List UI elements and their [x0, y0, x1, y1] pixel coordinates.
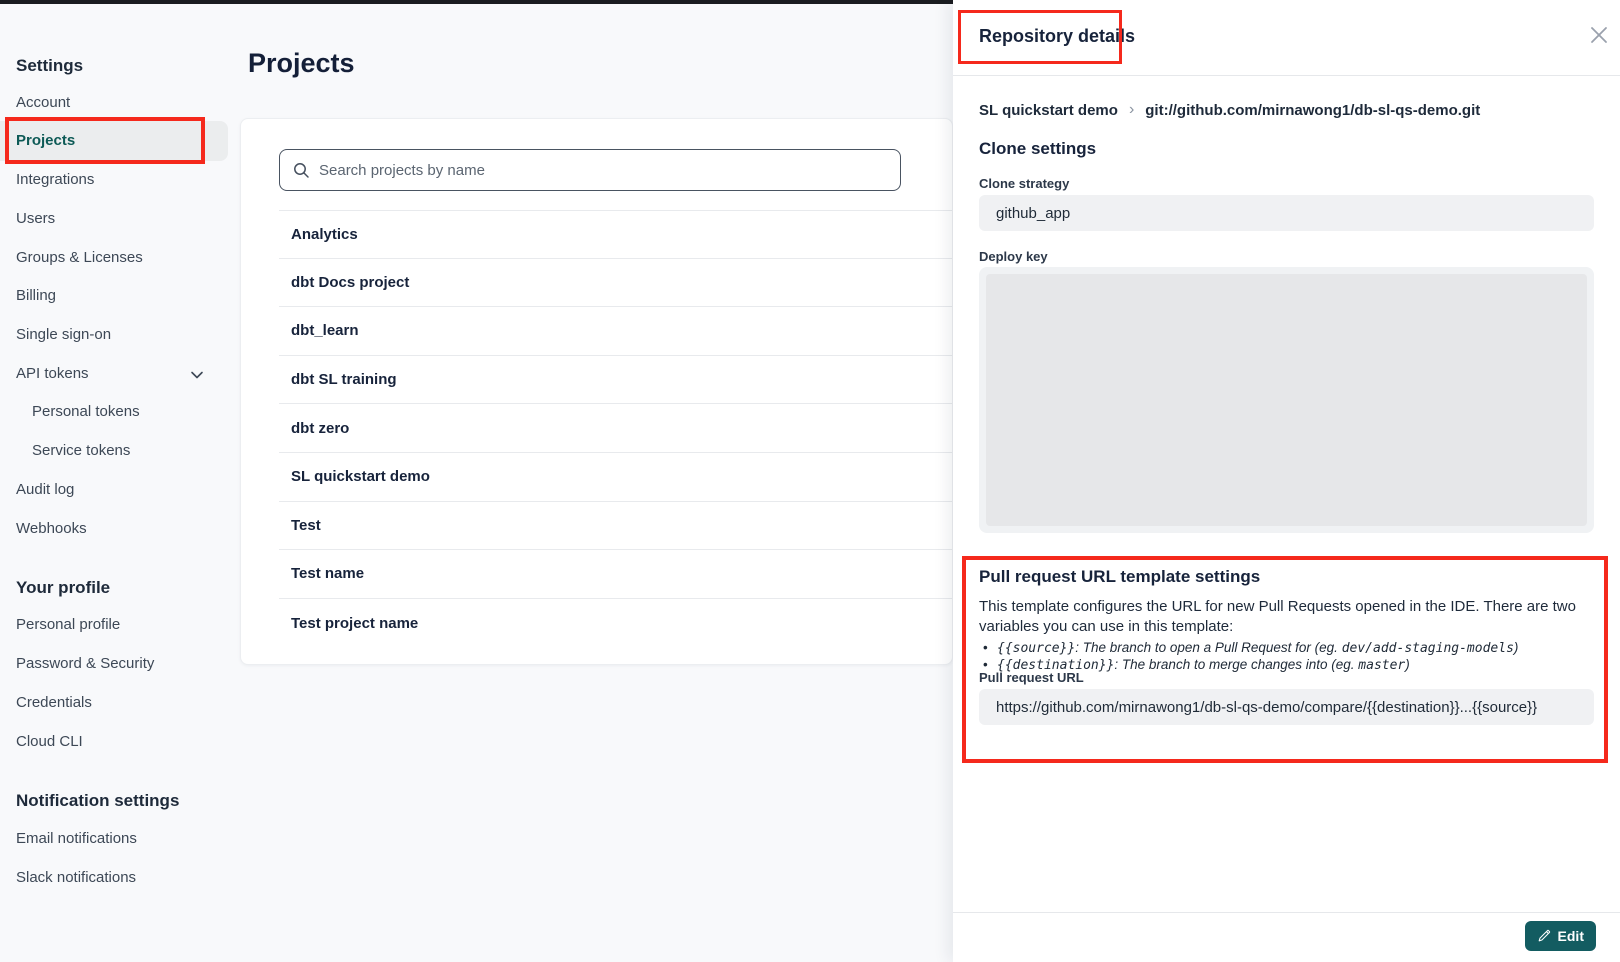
search-box[interactable] — [279, 149, 901, 191]
project-row[interactable]: Test — [279, 502, 952, 551]
clone-strategy-label: Clone strategy — [979, 176, 1069, 191]
project-row[interactable]: Analytics — [279, 210, 952, 259]
sidebar-item-account[interactable]: Account — [16, 92, 70, 114]
chevron-down-icon[interactable] — [189, 367, 205, 383]
sidebar-item-single-sign-on[interactable]: Single sign-on — [16, 324, 111, 346]
sidebar-item-cloud-cli[interactable]: Cloud CLI — [16, 731, 83, 753]
breadcrumb-chevron-icon: › — [1129, 101, 1134, 119]
pr-template-heading: Pull request URL template settings — [979, 567, 1260, 587]
close-icon[interactable] — [1588, 24, 1610, 46]
sidebar-item-projects[interactable]: Projects — [16, 130, 75, 152]
sidebar-item-webhooks[interactable]: Webhooks — [16, 518, 87, 540]
edit-button[interactable]: Edit — [1525, 921, 1596, 951]
main-background: Settings Account Projects Integrations U… — [0, 0, 953, 962]
project-row[interactable]: dbt Docs project — [279, 259, 952, 308]
panel-title: Repository details — [979, 26, 1135, 47]
bullet-icon: • — [983, 640, 997, 655]
breadcrumb: SL quickstart demo › git://github.com/mi… — [979, 101, 1480, 119]
sidebar-item-audit-log[interactable]: Audit log — [16, 479, 74, 501]
search-icon — [293, 162, 310, 179]
projects-card: Analytics dbt Docs project dbt_learn dbt… — [240, 118, 953, 665]
settings-sidebar: Settings Account Projects Integrations U… — [0, 0, 232, 962]
sidebar-heading-settings: Settings — [16, 55, 83, 77]
sidebar-item-personal-tokens[interactable]: Personal tokens — [32, 401, 140, 423]
breadcrumb-project[interactable]: SL quickstart demo — [979, 102, 1118, 119]
sidebar-item-groups-licenses[interactable]: Groups & Licenses — [16, 247, 143, 269]
search-input[interactable] — [319, 162, 839, 179]
app-screen: Settings Account Projects Integrations U… — [0, 0, 1620, 962]
sidebar-item-credentials[interactable]: Credentials — [16, 692, 92, 714]
pr-template-description: This template configures the URL for new… — [979, 597, 1597, 637]
sidebar-item-password-security[interactable]: Password & Security — [16, 653, 154, 675]
project-row[interactable]: dbt_learn — [279, 307, 952, 356]
sidebar-item-service-tokens[interactable]: Service tokens — [32, 440, 130, 462]
clone-settings-heading: Clone settings — [979, 139, 1096, 159]
sidebar-item-users[interactable]: Users — [16, 208, 55, 230]
pr-url-value: https://github.com/mirnawong1/db-sl-qs-d… — [979, 689, 1594, 725]
sidebar-item-personal-profile[interactable]: Personal profile — [16, 614, 120, 636]
project-row[interactable]: Test name — [279, 550, 952, 599]
deploy-key-label: Deploy key — [979, 249, 1048, 264]
deploy-key-redacted-value — [986, 274, 1587, 526]
sidebar-item-integrations[interactable]: Integrations — [16, 169, 94, 191]
sidebar-item-slack-notifications[interactable]: Slack notifications — [16, 867, 136, 889]
clone-strategy-value: github_app — [979, 195, 1594, 231]
deploy-key-field — [979, 267, 1594, 533]
project-list: Analytics dbt Docs project dbt_learn dbt… — [279, 210, 952, 647]
project-row[interactable]: Test project name — [279, 599, 952, 648]
pencil-icon — [1537, 929, 1551, 943]
pr-url-label: Pull request URL — [979, 670, 1084, 685]
sidebar-heading-notification-settings: Notification settings — [16, 790, 179, 812]
repository-details-panel: Repository details SL quickstart demo › … — [953, 0, 1620, 962]
project-row[interactable]: dbt SL training — [279, 356, 952, 405]
project-row[interactable]: dbt zero — [279, 404, 952, 453]
panel-footer: Edit — [953, 912, 1620, 962]
project-row[interactable]: SL quickstart demo — [279, 453, 952, 502]
pr-variable-source: •{{source}}: The branch to open a Pull R… — [983, 640, 1518, 656]
panel-header-divider — [953, 75, 1620, 76]
page-title: Projects — [248, 48, 355, 79]
sidebar-heading-your-profile: Your profile — [16, 577, 110, 599]
breadcrumb-repo-url: git://github.com/mirnawong1/db-sl-qs-dem… — [1145, 102, 1480, 119]
sidebar-item-api-tokens[interactable]: API tokens — [16, 363, 89, 385]
sidebar-item-billing[interactable]: Billing — [16, 285, 56, 307]
sidebar-item-email-notifications[interactable]: Email notifications — [16, 828, 137, 850]
